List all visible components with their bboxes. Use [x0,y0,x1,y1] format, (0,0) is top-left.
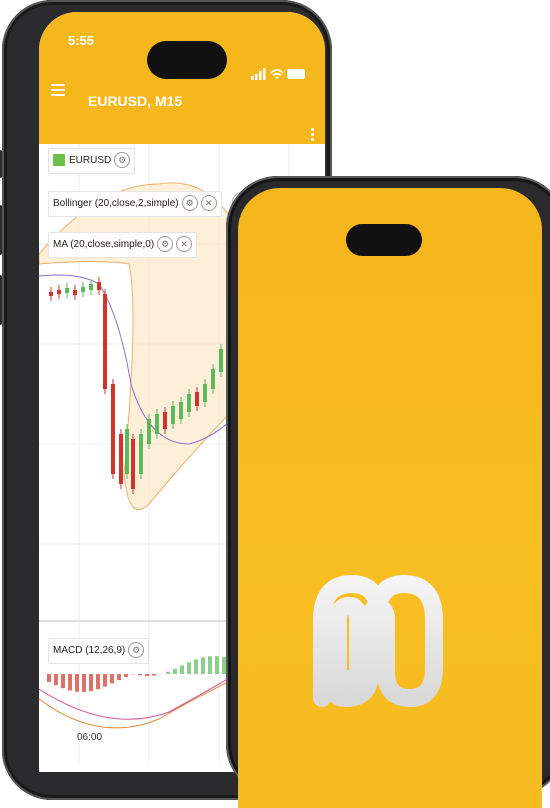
indicator-ma-legend[interactable]: MA (20,close,simple,0)⚙✕ [48,232,197,258]
candle-body [219,349,223,372]
macd-bar [103,674,107,687]
candle-body [131,439,135,489]
wifi-icon [271,70,283,78]
m-logo-icon [310,568,446,708]
signal-icon [251,68,266,80]
macd-bar [82,674,86,692]
close-icon[interactable]: ✕ [201,195,217,211]
macd-bar [173,669,177,674]
candle-body [57,290,61,294]
front-phone [226,176,550,796]
candle-body [111,384,115,474]
settings-gear-icon[interactable]: ⚙ [182,195,198,211]
macd-bar [215,656,219,674]
candle-body [73,290,77,295]
candle-body [119,434,123,484]
app-header: 5:55 EURUSD, M15 [39,12,325,164]
dynamic-island [346,224,422,256]
symbol-label: EURUSD [69,155,111,166]
macd-bar [61,674,65,688]
macd-bar [180,665,184,674]
macd-bar [110,674,114,683]
candle-body [81,287,85,292]
macd-bar [124,674,128,677]
candle-body [139,434,143,474]
indicator-label: MACD (12,26,9) [53,645,125,656]
candle-body [89,284,93,290]
candle-body [125,429,129,474]
macd-bar [89,674,93,691]
volume-down-button [0,275,2,325]
indicator-label: MA (20,close,simple,0) [53,239,154,250]
macd-bar [187,662,191,674]
status-time: 5:55 [68,33,94,48]
macd-bar [152,674,156,676]
splash-screen [238,188,542,808]
candle-body [203,384,207,402]
close-icon[interactable]: ✕ [176,236,192,252]
indicator-macd-legend[interactable]: MACD (12,26,9)⚙ [48,638,149,664]
macd-bar [68,674,72,690]
macd-bar [47,674,51,682]
mute-switch [0,150,2,178]
more-options-icon[interactable] [311,128,314,143]
candle-body [211,369,215,389]
candle-body [155,414,159,434]
hamburger-menu-icon[interactable] [51,84,65,96]
candle-body [65,288,69,293]
macd-bar [96,674,100,689]
indicator-label: Bollinger (20,close,2,simple) [53,198,179,209]
candle-body [97,282,101,290]
candle-body [179,402,183,419]
settings-gear-icon[interactable]: ⚙ [157,236,173,252]
status-icons [251,68,307,80]
time-axis-label: 06:00 [77,732,102,743]
volume-up-button [0,205,2,255]
candle-body [195,392,199,406]
macd-bar [54,674,58,685]
macd-bar [194,659,198,674]
candle-body [187,394,191,412]
macd-bar [145,674,149,676]
candle-body [171,406,175,424]
symbol-legend[interactable]: EURUSD⚙ [48,148,135,174]
macd-bar [117,674,121,680]
dynamic-island [147,41,227,79]
macd-bar [208,656,212,674]
macd-bar [138,674,142,675]
candle-body [163,412,167,429]
indicator-bollinger-legend[interactable]: Bollinger (20,close,2,simple)⚙✕ [48,191,222,217]
battery-icon [287,69,305,79]
macd-bar [75,674,79,692]
chart-title: EURUSD, M15 [88,93,182,109]
candle-body [49,292,53,296]
macd-bar [201,657,205,674]
candle-body [147,419,151,444]
settings-gear-icon[interactable]: ⚙ [128,642,144,658]
symbol-color-swatch [53,154,65,166]
settings-gear-icon[interactable]: ⚙ [114,152,130,168]
candle-body [103,294,107,389]
macd-bar [166,672,170,674]
